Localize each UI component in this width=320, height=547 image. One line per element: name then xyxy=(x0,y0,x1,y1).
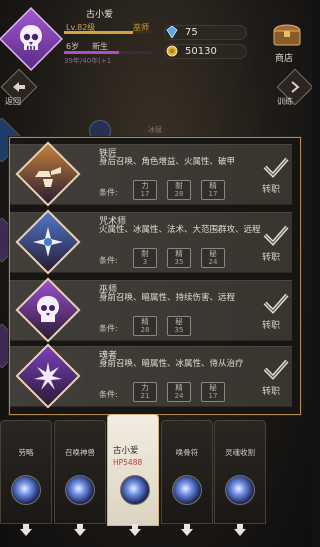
xp-bar xyxy=(64,31,152,34)
skill-orb-icon[interactable] xyxy=(65,475,95,505)
requirement-stat-value: 17 xyxy=(208,190,218,198)
background-tab-label: 冰赋 xyxy=(148,126,162,134)
character-hp: HP5488 xyxy=(113,458,143,467)
selected-character-card[interactable] xyxy=(107,414,159,526)
requirement-stat-name: 精 xyxy=(175,383,183,392)
requirement-stat-name: 精 xyxy=(209,181,217,190)
game-screen: 古小爱 Lv.82级 巫师 6岁 新生 39年/40年(+1 75 50130 … xyxy=(0,0,312,547)
requirement-stat: 秘 17 xyxy=(201,382,225,402)
down-arrow-icon[interactable] xyxy=(180,523,194,537)
life-bar-fill xyxy=(64,51,119,54)
requirement-stat-name: 秘 xyxy=(209,383,217,392)
snowflake-star-icon xyxy=(33,227,63,257)
checkmark-icon[interactable] xyxy=(262,290,290,316)
skill-card-label: 召唤神兽 xyxy=(65,448,95,457)
checkmark-icon[interactable] xyxy=(262,154,290,180)
skill-card[interactable] xyxy=(54,420,106,524)
profession-description: 身后召唤、角色增益、火属性、破甲 xyxy=(99,157,236,167)
requirement-stat: 力 17 xyxy=(133,180,157,200)
requirement-stat: 精 24 xyxy=(167,382,191,402)
down-arrow-icon[interactable] xyxy=(19,523,33,537)
skull-icon xyxy=(20,25,42,50)
down-arrow-icon[interactable] xyxy=(128,523,142,537)
life-text: 39年/40年(+1 xyxy=(64,57,112,65)
requirement-stat: 精 35 xyxy=(167,248,191,268)
gold-count: 50130 xyxy=(185,46,217,57)
gem-count: 75 xyxy=(185,27,198,38)
requirement-label: 条件: xyxy=(99,188,118,197)
requirement-stat-value: 35 xyxy=(174,258,184,266)
requirement-stat: 精 28 xyxy=(133,316,157,336)
skill-orb-icon[interactable] xyxy=(225,475,255,505)
gem-icon xyxy=(166,26,178,38)
requirement-stat-name: 秘 xyxy=(209,249,217,258)
skill-orb-icon[interactable] xyxy=(11,475,41,505)
chevron-right-icon xyxy=(291,81,300,93)
life-bar xyxy=(64,51,152,54)
requirement-stat-value: 17 xyxy=(208,392,218,400)
character-name: 古小爱 xyxy=(113,446,139,456)
spirit-burst-icon xyxy=(34,362,62,390)
back-arrow-icon xyxy=(13,82,25,92)
requirement-stat-name: 精 xyxy=(175,249,183,258)
down-arrow-icon[interactable] xyxy=(73,523,87,537)
profession-description: 身前召唤、暗属性、持续伤害、远程 xyxy=(99,293,236,303)
skill-card[interactable] xyxy=(214,420,266,524)
requirement-stat-name: 耐 xyxy=(141,249,149,258)
player-name: 古小爱 xyxy=(86,10,114,20)
requirement-stat: 力 21 xyxy=(133,382,157,402)
checkmark-icon[interactable] xyxy=(262,356,290,382)
requirement-stat-name: 精 xyxy=(141,317,149,326)
profession-description: 身前召唤、暗属性、冰属性、侍从治疗 xyxy=(99,359,244,369)
change-profession-button[interactable]: 转职 xyxy=(262,182,280,195)
shop-chest-icon[interactable] xyxy=(272,21,302,47)
requirement-stat-value: 21 xyxy=(140,392,150,400)
skull-icon xyxy=(37,296,59,322)
requirement-stat: 秘 35 xyxy=(167,316,191,336)
requirement-label: 条件: xyxy=(99,256,118,265)
train-label[interactable]: 训练 xyxy=(277,96,293,107)
requirement-stat-value: 35 xyxy=(174,326,184,334)
requirement-label: 条件: xyxy=(99,390,118,399)
checkmark-icon[interactable] xyxy=(262,222,290,248)
requirement-stat-name: 力 xyxy=(141,181,149,190)
requirement-stat-name: 秘 xyxy=(175,317,183,326)
skill-card[interactable] xyxy=(161,420,213,524)
requirement-stat-value: 24 xyxy=(208,258,218,266)
requirement-label: 条件: xyxy=(99,324,118,333)
requirement-stat-value: 24 xyxy=(174,392,184,400)
shop-label[interactable]: 商店 xyxy=(275,51,293,64)
skill-card-label: 唤骨符 xyxy=(175,448,199,457)
gold-coin-icon xyxy=(166,45,178,57)
requirement-stat-name: 耐 xyxy=(175,181,183,190)
requirement-stat-value: 3 xyxy=(142,258,148,266)
back-label[interactable]: 返回 xyxy=(5,96,21,107)
change-profession-button[interactable]: 转职 xyxy=(262,318,280,331)
skill-card-label: 灵魂收割 xyxy=(225,448,255,457)
requirement-stat: 精 17 xyxy=(201,180,225,200)
anvil-icon xyxy=(35,167,61,187)
xp-bar-fill xyxy=(64,31,133,34)
profession-description: 火属性、冰属性、法术、大范围群攻、远程 xyxy=(99,225,261,235)
change-profession-button[interactable]: 转职 xyxy=(262,250,280,263)
change-profession-button[interactable]: 转职 xyxy=(262,384,280,397)
requirement-stat: 耐 28 xyxy=(167,180,191,200)
requirement-stat-value: 17 xyxy=(140,190,150,198)
skill-card-label: 劳略 xyxy=(18,448,34,457)
skill-orb-icon[interactable] xyxy=(172,475,202,505)
requirement-stat-value: 28 xyxy=(174,190,184,198)
down-arrow-icon[interactable] xyxy=(233,523,247,537)
requirement-stat: 秘 24 xyxy=(201,248,225,268)
requirement-stat: 耐3 xyxy=(133,248,157,268)
skill-card[interactable] xyxy=(0,420,52,524)
skill-orb-icon[interactable] xyxy=(120,475,150,505)
requirement-stat-value: 28 xyxy=(140,326,150,334)
requirement-stat-name: 力 xyxy=(141,383,149,392)
